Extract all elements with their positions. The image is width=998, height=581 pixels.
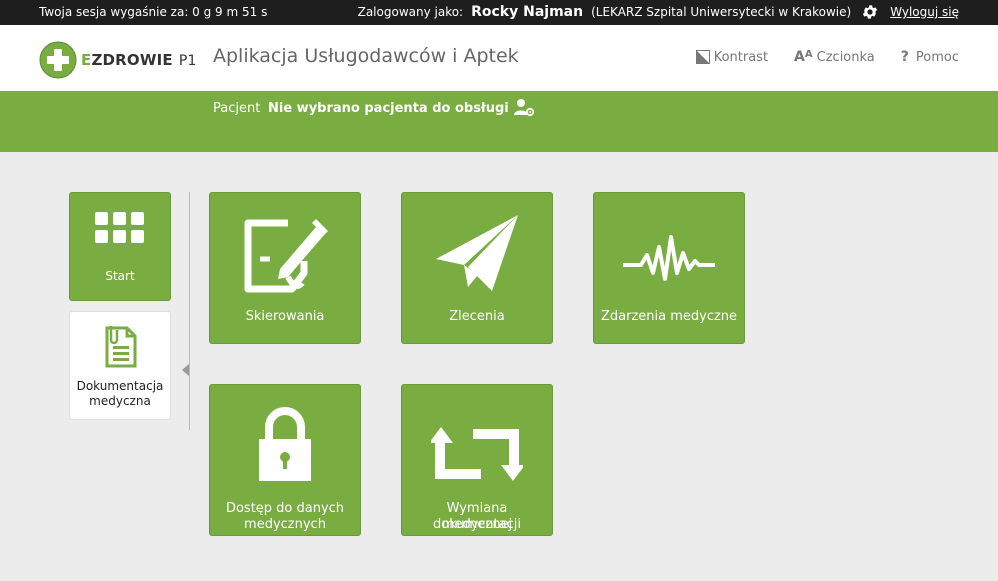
- tile-zdarzenia-medyczne[interactable]: Zdarzenia medyczne: [593, 192, 745, 344]
- select-patient-icon[interactable]: [514, 98, 536, 118]
- ezdrowie-logo[interactable]: EZDROWIE P1: [39, 41, 197, 79]
- user-name: Rocky Najman: [471, 4, 584, 20]
- tile-wymiana-dokumentacji[interactable]: Wymiana dokumentacji medycznej: [401, 384, 553, 536]
- tile-label-line2: medycznych: [244, 517, 326, 532]
- session-bar: Twoja sesja wygaśnie za: 0 g 9 m 51 s Za…: [0, 0, 998, 25]
- tile-label: Zlecenia: [449, 309, 505, 324]
- accessibility-tools: Kontrast AA Czcionka ? Pomoc: [670, 49, 959, 65]
- tile-zlecenia[interactable]: Zlecenia: [401, 192, 553, 344]
- exchange-arrows-icon: [402, 423, 552, 485]
- logged-as-label: Zalogowany jako:: [357, 5, 464, 19]
- tile-label-line2: medycznej: [441, 517, 513, 532]
- session-timer: Twoja sesja wygaśnie za: 0 g 9 m 51 s: [39, 5, 268, 19]
- patient-value: Nie wybrano pacjenta do obsługi: [268, 101, 509, 116]
- lock-icon: [210, 407, 360, 483]
- heartbeat-pulse-icon: [594, 235, 744, 281]
- font-size-button[interactable]: AA Czcionka: [794, 49, 875, 65]
- tile-skierowania[interactable]: Skierowania: [209, 192, 361, 344]
- patient-bar: Pacjent Nie wybrano pacjenta do obsługi: [0, 91, 998, 152]
- sidebar-item-label: Start: [105, 269, 135, 283]
- font-size-icon: AA: [794, 49, 813, 65]
- document-clip-icon: [103, 324, 137, 372]
- logged-user-info: Zalogowany jako: Rocky Najman (LEKARZ Sz…: [358, 3, 959, 21]
- contrast-button[interactable]: Kontrast: [695, 49, 769, 65]
- sidebar-divider: [189, 192, 190, 430]
- app-header: EZDROWIE P1 Aplikacja Usługodawców i Apte…: [0, 25, 998, 91]
- referral-edit-icon: [210, 211, 360, 295]
- tile-label: Skierowania: [245, 309, 325, 324]
- collapse-caret-icon[interactable]: [182, 364, 189, 376]
- plus-cross-icon: [39, 41, 77, 79]
- grid-icon: [95, 212, 145, 248]
- logout-link[interactable]: Wyloguj się: [890, 5, 959, 19]
- sidebar-item-label-line1: Dokumentacja: [76, 379, 164, 393]
- paper-plane-icon: [402, 213, 552, 293]
- tile-label-line1: Dostęp do danych: [225, 501, 345, 516]
- contrast-icon: [695, 50, 710, 64]
- app-title: Aplikacja Usługodawców i Aptek: [213, 45, 519, 67]
- tile-dostep-do-danych[interactable]: Dostęp do danych medycznych: [209, 384, 361, 536]
- sidebar-item-medical-documentation[interactable]: Dokumentacja medyczna: [69, 311, 171, 420]
- help-button[interactable]: ? Pomoc: [901, 49, 959, 65]
- tile-label: Zdarzenia medyczne: [600, 309, 738, 324]
- help-label: Pomoc: [915, 49, 959, 65]
- question-mark-icon: ?: [900, 49, 909, 65]
- sidebar-item-label-line2: medyczna: [89, 394, 151, 408]
- gear-icon[interactable]: [861, 3, 879, 21]
- user-role: (LEKARZ Szpital Uniwersytecki w Krakowie…: [591, 5, 852, 19]
- sidebar-item-start[interactable]: Start: [69, 192, 171, 301]
- logo-text: EZDROWIE P1: [81, 51, 197, 69]
- font-size-label: Czcionka: [816, 49, 875, 65]
- patient-label: Pacjent: [213, 101, 261, 116]
- contrast-label: Kontrast: [713, 49, 769, 65]
